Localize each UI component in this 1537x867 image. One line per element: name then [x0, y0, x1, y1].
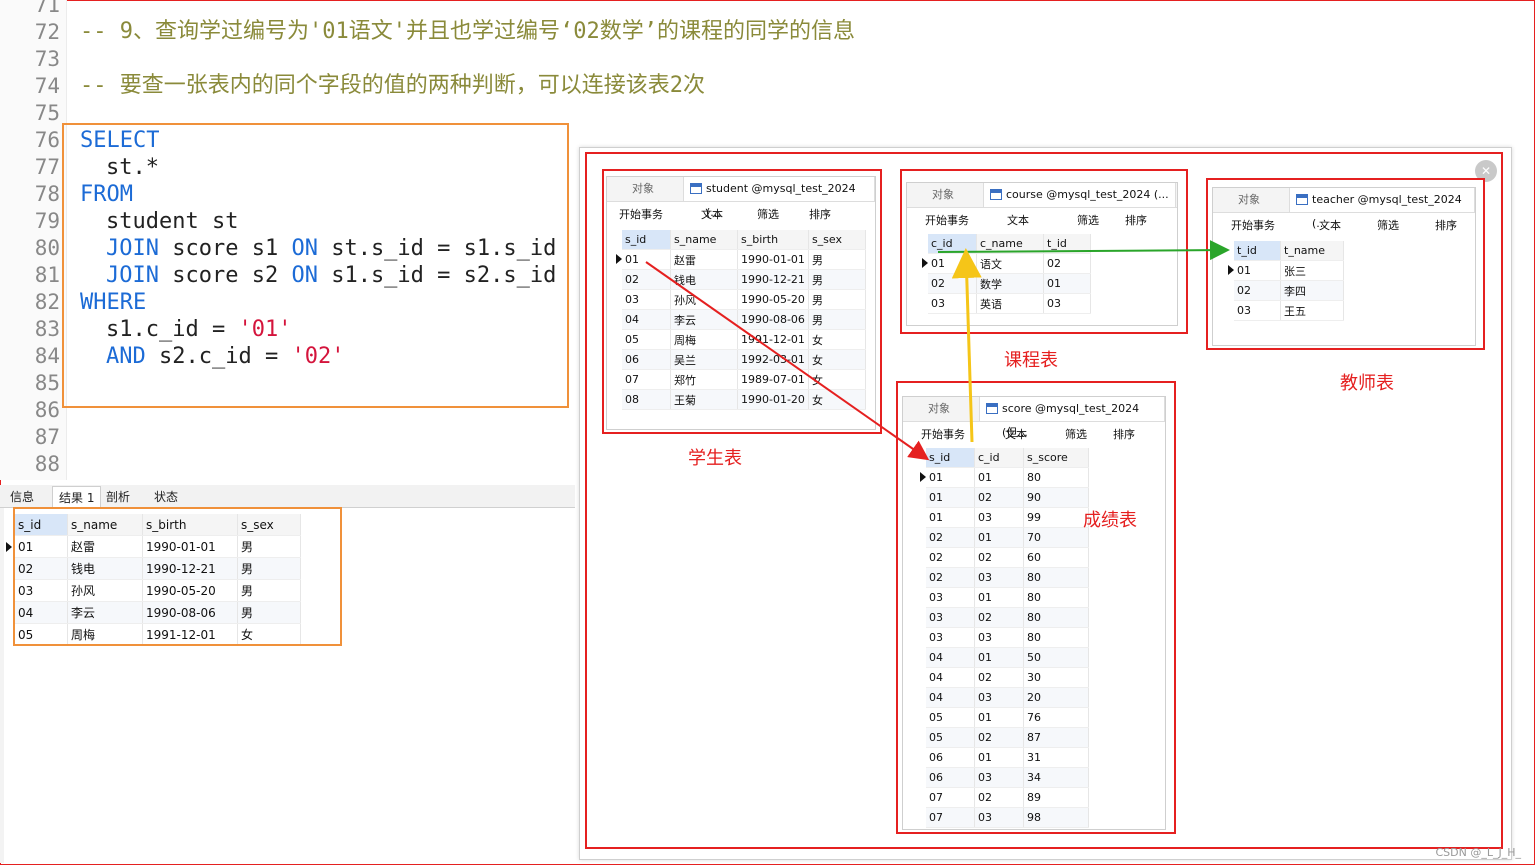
current-row-marker-icon: [922, 258, 928, 268]
student-to-score-arrow: [645, 261, 930, 461]
current-row-marker-icon: [616, 254, 622, 264]
course-to-teacher-arrow: [937, 240, 1230, 261]
score-to-course-arrow: [951, 248, 982, 443]
relationship-arrows: [645, 240, 1230, 461]
current-row-marker-icon: [6, 542, 12, 552]
current-row-marker-icon: [1228, 265, 1234, 275]
current-row-marker-icon: [920, 472, 926, 482]
watermark: CSDN @_L_J_H_: [1435, 846, 1521, 859]
